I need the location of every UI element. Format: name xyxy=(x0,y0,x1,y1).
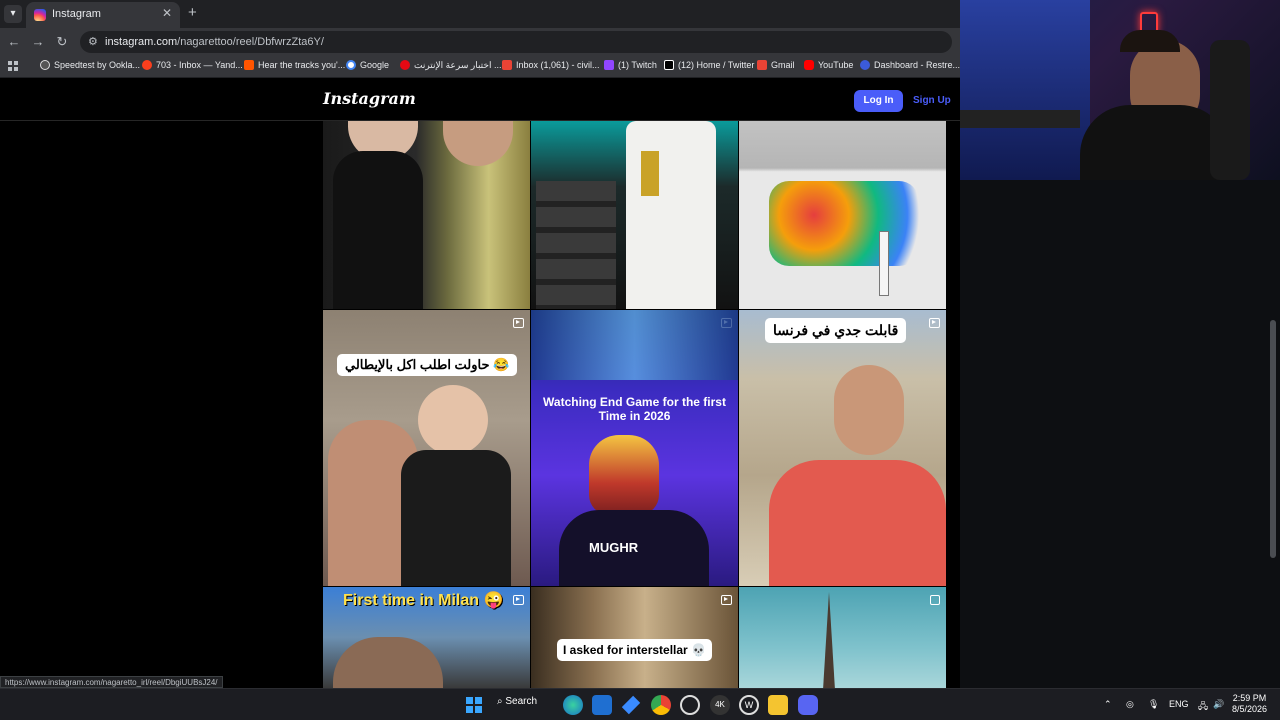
instagram-page: Instagram Log In Sign Up حاولت اطلب اكل … xyxy=(0,79,960,688)
tray-app-icon[interactable]: ◎ xyxy=(1126,699,1134,710)
tab-search-button[interactable]: ▾ xyxy=(4,5,22,23)
reel-caption: حاولت اطلب اكل بالإيطالي 😂 xyxy=(337,354,518,376)
status-bar-url: https://www.instagram.com/nagaretto_irl/… xyxy=(0,676,223,688)
browser-toolbar: ← → ↻ ⚙ instagram.com/nagarettoo/reel/Db… xyxy=(0,28,960,56)
bookmark-soundcloud[interactable]: Hear the tracks you'... xyxy=(244,60,345,74)
bookmark-google[interactable]: Google xyxy=(346,60,389,74)
carousel-icon xyxy=(930,595,940,605)
windows-taskbar: ⌕ Search 4K W ⌃ ◎ 🎙 ENG 🖧 🔊 2:59 PM 8/5/… xyxy=(0,688,1280,720)
back-button[interactable]: ← xyxy=(6,34,22,50)
login-button[interactable]: Log In xyxy=(854,90,903,112)
reel-icon xyxy=(929,318,940,328)
wordpad-icon[interactable]: W xyxy=(739,695,759,715)
reel-icon xyxy=(721,595,732,605)
start-icon[interactable] xyxy=(464,695,484,715)
file-explorer-icon[interactable] xyxy=(768,695,788,715)
4k-app-icon[interactable]: 4K xyxy=(710,695,730,715)
bookmark-gmail[interactable]: Gmail xyxy=(757,60,795,74)
instagram-logo[interactable]: Instagram xyxy=(323,89,416,108)
taskbar-clock[interactable]: 2:59 PM 8/5/2026 xyxy=(1232,693,1267,715)
right-empty-panel xyxy=(960,180,1280,688)
reel-caption: Watching End Game for the first Time in … xyxy=(543,395,726,423)
discord-icon[interactable] xyxy=(798,695,818,715)
instagram-icon xyxy=(34,9,46,21)
reel-thumbnail[interactable] xyxy=(531,121,738,309)
bookmark-speed-test-arabic[interactable]: اختبار سرعة الإنترنت ... xyxy=(400,60,501,74)
chevron-up-icon[interactable]: ⌃ xyxy=(1104,699,1112,710)
language-indicator[interactable]: ENG xyxy=(1169,699,1189,709)
address-bar[interactable]: ⚙ instagram.com/nagarettoo/reel/DbfwrzZt… xyxy=(80,31,952,53)
bookmark-youtube[interactable]: YouTube xyxy=(804,60,853,74)
forward-button[interactable]: → xyxy=(30,34,46,50)
network-icon[interactable]: 🖧 xyxy=(1198,699,1208,715)
signup-button[interactable]: Sign Up xyxy=(913,95,951,106)
reel-icon xyxy=(513,318,524,328)
reel-caption: قابلت جدي في فرنسا xyxy=(765,318,907,343)
obs-icon[interactable] xyxy=(680,695,700,715)
site-info-icon[interactable]: ⚙ xyxy=(88,35,98,48)
reel-thumbnail[interactable]: Watching End Game for the first Time in … xyxy=(531,310,738,586)
reel-thumbnail[interactable] xyxy=(739,121,946,309)
reel-caption: First time in Milan 😜 xyxy=(343,592,504,609)
bookmarks-bar: Speedtest by Ookla... 703 - Inbox — Yand… xyxy=(0,56,960,78)
bookmark-restream[interactable]: Dashboard - Restre... xyxy=(860,60,960,74)
url-text: instagram.com/nagarettoo/reel/DbfwrzZta6… xyxy=(105,36,324,48)
mail-icon[interactable] xyxy=(592,695,612,715)
bookmark-gmail-inbox[interactable]: Inbox (1,061) - civil... xyxy=(502,60,600,74)
reel-thumbnail[interactable]: حاولت اطلب اكل بالإيطالي 😂 xyxy=(323,310,530,586)
webcam-overlay xyxy=(960,0,1280,180)
reel-thumbnail[interactable] xyxy=(739,587,946,688)
reel-icon xyxy=(513,595,524,605)
reload-button[interactable]: ↻ xyxy=(54,34,70,50)
shirt-text: MUGHR xyxy=(589,540,639,555)
microphone-icon[interactable]: 🎙 xyxy=(1148,699,1159,710)
bookmark-speedtest[interactable]: Speedtest by Ookla... xyxy=(40,60,140,74)
tab-title: Instagram xyxy=(52,8,101,20)
browser-window: ▾ Instagram ✕ + ← → ↻ ⚙ instagram.com/na… xyxy=(0,0,960,688)
close-icon[interactable]: ✕ xyxy=(162,6,172,20)
bookmark-twitter[interactable]: (12) Home / Twitter xyxy=(664,60,754,74)
taskbar-search[interactable]: ⌕ Search xyxy=(497,696,537,707)
volume-icon[interactable]: 🔊 xyxy=(1213,699,1224,710)
bookmark-twitch[interactable]: (1) Twitch xyxy=(604,60,657,74)
new-tab-button[interactable]: + xyxy=(188,4,197,21)
reel-thumbnail[interactable]: I asked for interstellar 💀 xyxy=(531,587,738,688)
tab-strip: ▾ Instagram ✕ + xyxy=(0,0,960,28)
edge-icon[interactable] xyxy=(563,695,583,715)
reel-thumbnail[interactable]: قابلت جدي في فرنسا xyxy=(739,310,946,586)
reel-thumbnail[interactable]: First time in Milan 😜 xyxy=(323,587,530,688)
app-icon[interactable] xyxy=(621,695,641,715)
scrollbar-thumb[interactable] xyxy=(1270,320,1276,558)
reel-thumbnail[interactable] xyxy=(323,121,530,309)
apps-icon[interactable] xyxy=(8,61,19,72)
bookmark-yandex-inbox[interactable]: 703 - Inbox — Yand... xyxy=(142,60,243,74)
chrome-icon[interactable] xyxy=(651,695,671,715)
instagram-header: Instagram Log In Sign Up xyxy=(0,79,960,121)
reel-caption: I asked for interstellar 💀 xyxy=(557,639,712,661)
tab-instagram[interactable]: Instagram ✕ xyxy=(26,2,180,28)
